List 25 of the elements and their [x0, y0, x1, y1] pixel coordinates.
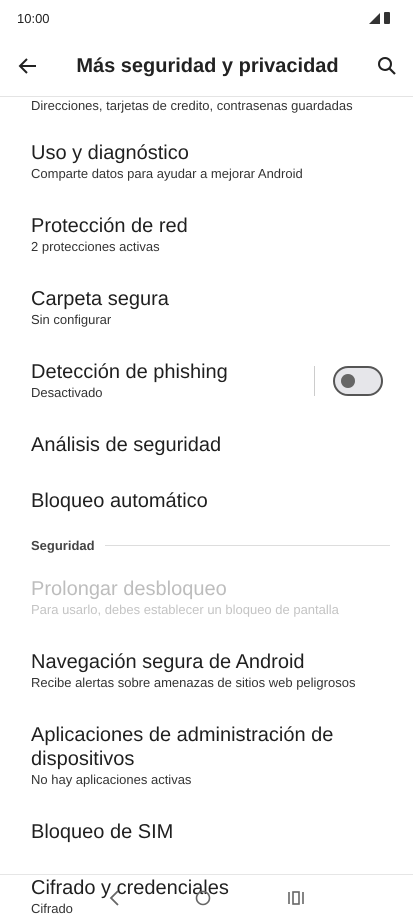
setting-subtitle: Sin configurar [31, 311, 112, 328]
signal-battery-icon [369, 12, 393, 24]
recents-nav-icon[interactable] [287, 890, 306, 906]
setting-subtitle: Recibe alertas sobre amenazas de sitios web peligrosos [31, 674, 356, 691]
setting-title[interactable]: Uso y diagnóstico [31, 141, 189, 165]
page-title: Más seguridad y privacidad [75, 54, 340, 78]
setting-title[interactable]: Carpeta segura [31, 287, 169, 311]
setting-subtitle: No hay aplicaciones activas [31, 771, 192, 788]
toggle-switch[interactable] [333, 366, 383, 396]
setting-title[interactable]: Bloqueo de SIM [31, 820, 174, 844]
status-time: 10:00 [17, 10, 50, 26]
setting-title[interactable]: Análisis de seguridad [31, 433, 222, 457]
setting-title[interactable]: Detección de phishing [31, 360, 228, 384]
item-subtitle: Direcciones, tarjetas de credito, contrasenas guardadas [31, 98, 353, 113]
setting-subtitle: Desactivado [31, 384, 103, 401]
setting-title[interactable]: Cifrado y credenciales [31, 876, 229, 900]
setting-subtitle: Cifrado [31, 900, 73, 917]
setting-title[interactable]: Bloqueo automático [31, 489, 208, 513]
setting-title[interactable]: Navegación segura de Android [31, 650, 305, 674]
setting-subtitle: Comparte datos para ayudar a mejorar Android [31, 165, 303, 182]
setting-title[interactable]: Protección de red [31, 214, 188, 238]
setting-subtitle: Para usarlo, debes establecer un bloqueo de pantalla [31, 601, 339, 618]
setting-title[interactable]: Aplicaciones de administración de dispositivos [31, 723, 383, 771]
section-header: Seguridad [31, 538, 95, 552]
setting-subtitle: 2 protecciones activas [31, 238, 160, 255]
